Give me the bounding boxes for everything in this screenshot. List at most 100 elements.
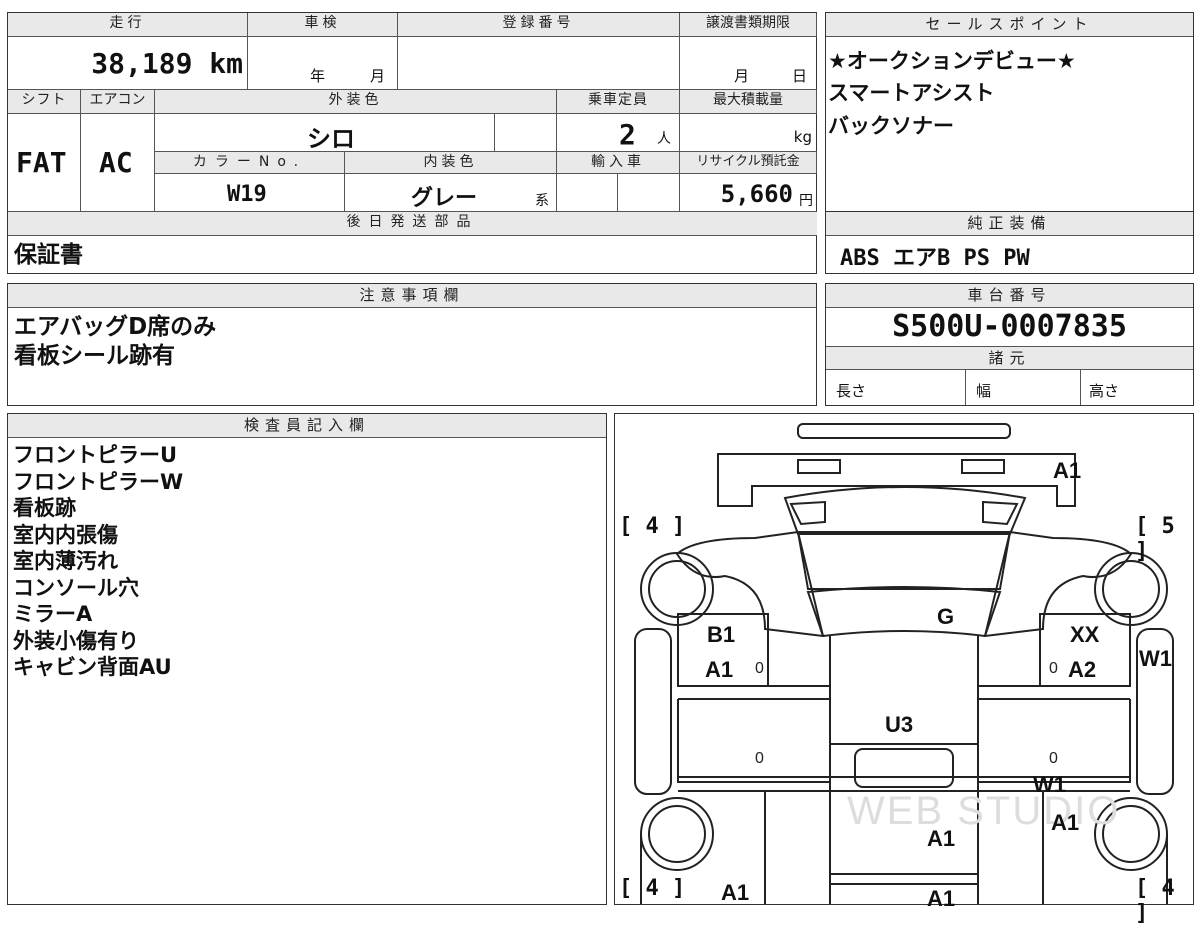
shift-value: FAT <box>16 146 67 179</box>
chassis-panel: 車台番号 S500U-0007835 諸元 長さ 幅 高さ <box>825 283 1194 406</box>
interior-color-suffix: 系 <box>535 193 549 209</box>
exterior-color-label: 外装色 <box>155 90 557 114</box>
inspection-month-unit: 月 <box>370 67 386 85</box>
max-load-cell: kg <box>680 114 817 152</box>
later-parts-value: 保証書 <box>14 242 83 268</box>
inspector-item: 看板跡 <box>13 496 76 520</box>
capacity-cell: 2 人 <box>557 114 680 152</box>
aircon-label: エアコン <box>81 90 155 114</box>
exterior-color-extra-cell <box>495 114 557 152</box>
transfer-month-unit: 月 <box>734 67 750 85</box>
transfer-day-unit: 日 <box>792 67 808 85</box>
shift-cell: FAT <box>8 114 81 212</box>
inspection-year-unit: 年 <box>310 67 326 85</box>
sales-points-panel: セールスポイント ★オークションデビュー★ スマートアシスト バックソナー <box>825 12 1194 212</box>
inspector-item: 外装小傷有り <box>13 628 139 653</box>
mileage-label: 走行 <box>8 13 248 37</box>
mark-left-rear: A1 <box>721 880 750 905</box>
sales-point-1: ★オークションデビュー★ <box>828 49 1076 73</box>
inspector-label: 検査員記入欄 <box>8 414 606 438</box>
mark-right-pillar: W1 <box>1139 646 1172 671</box>
max-load-label: 最大積載量 <box>680 90 817 114</box>
import-cell-b <box>618 174 680 212</box>
vehicle-info-panel: 走行 車検 登録番号 譲渡書類期限 38,189 km 年 月 月 日 シフト … <box>7 12 817 274</box>
transfer-deadline-label: 譲渡書類期限 <box>680 13 817 37</box>
inspection-cell: 年 月 <box>248 37 398 90</box>
color-no-label: カラーNo. <box>155 152 345 174</box>
registration-cell <box>398 37 680 90</box>
tire-rear-right: [ 4 ] <box>1135 876 1175 926</box>
inspection-label: 車検 <box>248 13 398 37</box>
later-parts-label: 後日発送部品 <box>8 212 817 236</box>
inspector-item: キャビン背面AU <box>13 655 172 679</box>
interior-color-value: グレー <box>411 186 478 211</box>
mark-left-door-1: B1 <box>707 622 736 647</box>
watermark: WEB STUDIO <box>847 789 1121 833</box>
recycle-unit: 円 <box>799 193 813 209</box>
chassis-label: 車台番号 <box>826 284 1193 308</box>
zero-right-bed: 0 <box>1049 750 1058 767</box>
notes-panel: 注意事項欄 エアバッグD席のみ 看板シール跡有 <box>7 283 817 406</box>
notes-label: 注意事項欄 <box>8 284 816 308</box>
import-label: 輸入車 <box>557 152 680 174</box>
capacity-unit: 人 <box>657 131 671 147</box>
inspector-item: ミラーA <box>13 602 93 626</box>
import-cell-a <box>557 174 618 212</box>
length-label: 長さ <box>836 382 867 400</box>
recycle-label: リサイクル預託金 <box>680 152 817 174</box>
factory-equipment-label: 純正装備 <box>826 212 1193 236</box>
color-no-cell: W19 <box>155 174 345 212</box>
capacity-label: 乗車定員 <box>557 90 680 114</box>
inspector-item: フロントピラーU <box>13 443 178 467</box>
inspector-item: 室内薄汚れ <box>13 549 118 573</box>
factory-equipment-panel: 純正装備 ABS エアB PS PW <box>825 211 1194 274</box>
height-label: 高さ <box>1089 382 1120 400</box>
mark-roof: U3 <box>885 712 914 737</box>
inspector-panel: 検査員記入欄 フロントピラーU フロントピラーW 看板跡 室内内張傷 室内薄汚れ… <box>7 413 607 905</box>
specs-label: 諸元 <box>826 346 1193 370</box>
length-cell: 長さ <box>826 370 966 405</box>
mark-rear-center: A1 <box>927 886 956 911</box>
registration-label: 登録番号 <box>398 13 680 37</box>
inspector-item: 室内内張傷 <box>13 522 118 547</box>
sales-points-label: セールスポイント <box>826 13 1193 37</box>
note-2: 看板シール跡有 <box>14 343 175 369</box>
mileage-value: 38,189 km <box>91 47 243 80</box>
shift-label: シフト <box>8 90 81 114</box>
zero-right-door: 0 <box>1049 660 1058 677</box>
mark-right-rear: A1 <box>1051 810 1080 835</box>
factory-equipment-value: ABS エアB PS PW <box>840 246 1030 271</box>
tire-front-left: [ 4 ] <box>619 514 686 539</box>
width-label: 幅 <box>976 382 992 400</box>
zero-left-door: 0 <box>755 660 764 677</box>
exterior-color-cell: シロ <box>155 114 495 153</box>
mark-windshield: G <box>937 604 955 629</box>
damage-diagram-panel: WEB STUDIO [ 4 ] [ 5 ] [ 4 ] [ 4 ] A1 G … <box>614 413 1194 926</box>
inspector-list: フロントピラーU フロントピラーW 看板跡 室内内張傷 室内薄汚れ コンソール穴… <box>13 442 183 681</box>
width-cell: 幅 <box>966 370 1081 405</box>
height-cell: 高さ <box>1081 370 1193 405</box>
inspector-item: コンソール穴 <box>13 575 139 600</box>
max-load-unit: kg <box>793 128 812 146</box>
mark-bumper: A1 <box>1053 458 1082 483</box>
capacity-value: 2 <box>619 118 636 151</box>
interior-color-cell: グレー 系 <box>345 174 557 212</box>
mark-right-door-2: A2 <box>1068 657 1097 682</box>
chassis-number: S500U-0007835 <box>892 309 1127 344</box>
note-1: エアバッグD席のみ <box>14 314 217 340</box>
mark-left-door-2: A1 <box>705 657 734 682</box>
aircon-cell: AC <box>81 114 155 212</box>
tire-rear-left: [ 4 ] <box>619 876 686 901</box>
tire-front-right: [ 5 ] <box>1135 514 1175 564</box>
recycle-cell: 5,660 円 <box>680 174 817 212</box>
interior-color-label: 内装色 <box>345 152 557 174</box>
exterior-color-value: シロ <box>307 125 355 153</box>
recycle-value: 5,660 <box>720 180 793 208</box>
color-no-value: W19 <box>227 182 267 207</box>
sales-point-3: バックソナー <box>828 114 954 138</box>
inspector-item: フロントピラーW <box>13 469 184 494</box>
zero-left-bed: 0 <box>755 750 764 767</box>
transfer-deadline-cell: 月 日 <box>680 37 817 90</box>
aircon-value: AC <box>99 146 133 179</box>
mark-right-bed: W1 <box>1033 772 1066 797</box>
